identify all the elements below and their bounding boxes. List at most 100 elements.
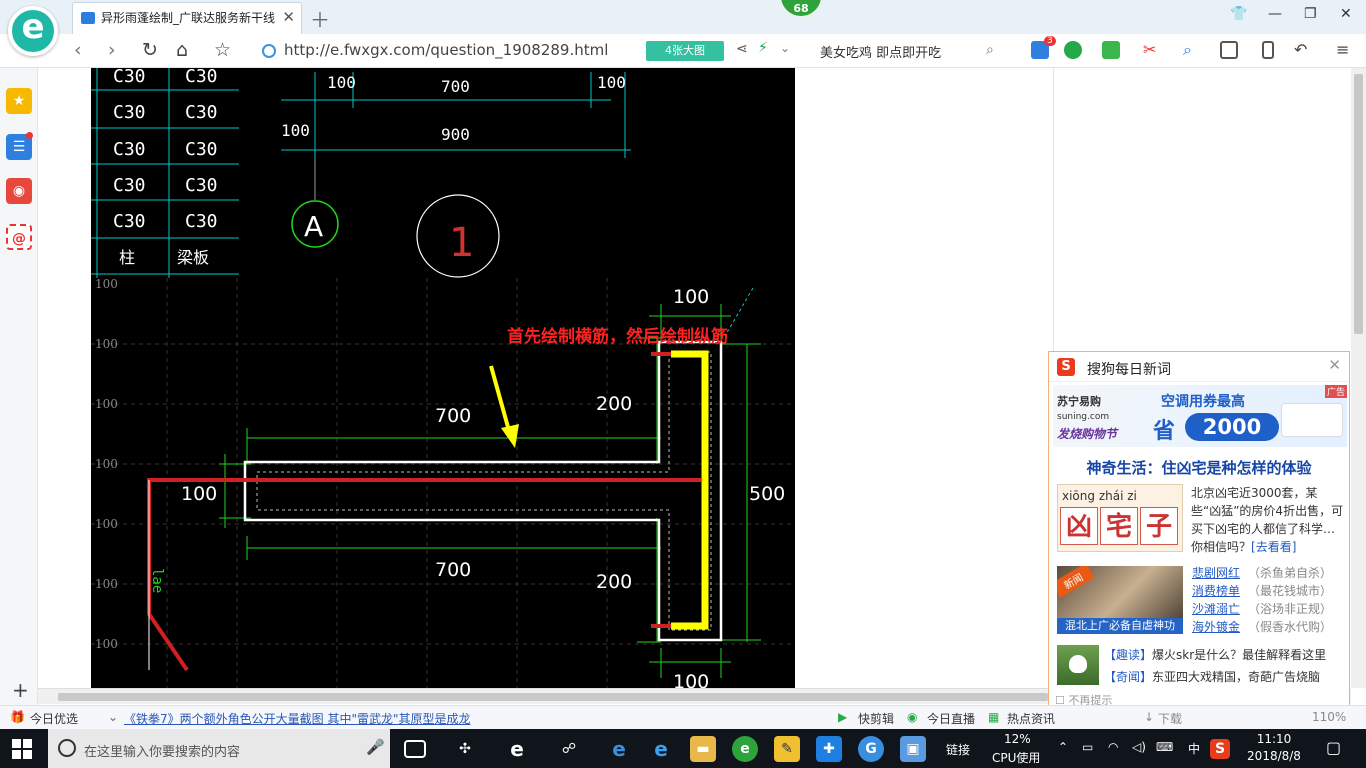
minimize-icon[interactable]: — <box>1268 6 1282 22</box>
taskbar-search-box[interactable]: 在这里输入你要搜索的内容 🎤 <box>48 729 390 768</box>
file-explorer-icon[interactable]: ▬ <box>690 736 716 762</box>
goose-thumbnail[interactable] <box>1057 645 1099 685</box>
ime-indicator[interactable]: 中 <box>1188 740 1200 757</box>
edge-blue-icon[interactable]: e <box>606 736 632 762</box>
magnifier-icon[interactable]: ⌕ <box>1183 41 1201 59</box>
big-pictures-button[interactable]: 4张大图 <box>646 41 724 61</box>
pinwheel-app-icon[interactable]: ✣ <box>452 736 478 762</box>
tab-favicon-icon <box>81 12 95 24</box>
shield-icon[interactable] <box>1064 41 1082 59</box>
undo-icon[interactable]: ↶ <box>1294 41 1312 59</box>
back-icon[interactable]: ‹ <box>74 39 82 61</box>
today-pick-link[interactable]: 今日优选 <box>30 710 78 727</box>
notes-app-icon[interactable]: ✎ <box>774 736 800 762</box>
remote-app-icon[interactable]: ✚ <box>816 736 842 762</box>
annotation-text: 首先绘制横筋，然后绘制纵筋 <box>507 326 728 347</box>
headline-thumbnail[interactable]: xiōng zhái zi 凶宅子 <box>1057 484 1183 552</box>
cpu-label: CPU使用 <box>992 751 1041 765</box>
clock-date[interactable]: 2018/8/8 <box>1240 749 1308 763</box>
hot-item[interactable]: 海外镀金 （假香水代购） <box>1192 618 1350 636</box>
browser-360-icon[interactable]: e <box>732 736 758 762</box>
news-thumbnail[interactable]: 新闻 混北上广必备自虐神功 <box>1057 566 1183 634</box>
news-ticker-link[interactable]: 《铁拳7》两个额外角色公开大量截图 其中"雷武龙"其原型是成龙 <box>124 710 471 727</box>
volume-icon[interactable]: ◁) <box>1132 740 1146 754</box>
flash-icon[interactable]: ⚡ <box>758 40 768 56</box>
email-icon[interactable]: @ <box>6 224 32 250</box>
section-outline <box>243 340 723 642</box>
battery-icon[interactable]: ▭ <box>1082 740 1093 754</box>
task-view-icon[interactable] <box>404 740 426 758</box>
tray-chevron-up-icon[interactable]: ⌃ <box>1058 740 1068 754</box>
sogou-ime-icon[interactable]: S <box>1210 739 1230 759</box>
search-icon[interactable]: ⌕ <box>986 42 994 58</box>
address-bar[interactable]: http://e.fwxgx.com/question_1908289.html… <box>258 39 1008 63</box>
favorites-icon[interactable]: ★ <box>6 88 32 114</box>
hot-item[interactable]: 沙滩溺亡 （浴场非正规） <box>1192 600 1350 618</box>
hot-news-link[interactable]: 热点资讯 <box>1007 710 1055 727</box>
refresh-icon[interactable]: ↻ <box>142 39 158 61</box>
shirt-icon[interactable]: 👕 <box>1230 6 1247 22</box>
chevron-down-icon[interactable]: ⌄ <box>108 710 118 724</box>
popup-headline[interactable]: 神奇生活：住凶宅是种怎样的体验 <box>1049 457 1349 478</box>
zoom-level[interactable]: 110% <box>1312 710 1346 724</box>
start-windows-icon[interactable] <box>12 739 32 759</box>
add-sidebar-item-icon[interactable]: + <box>12 678 29 702</box>
quick-cut-link[interactable]: 快剪辑 <box>858 710 894 727</box>
screenshot-app-icon[interactable]: ▣ <box>900 736 926 762</box>
microphone-icon[interactable]: 🎤 <box>366 738 385 756</box>
new-tab-icon[interactable]: ＋ <box>310 4 330 33</box>
vertical-scrollbar[interactable] <box>1351 68 1366 688</box>
share-icon[interactable]: ⋖ <box>736 41 748 57</box>
network-app-icon[interactable]: ☍ <box>556 736 582 762</box>
taskbar-search-placeholder[interactable]: 在这里输入你要搜索的内容 <box>84 741 240 760</box>
clock-time[interactable]: 11:10 <box>1244 732 1304 746</box>
translate-icon[interactable] <box>1102 41 1120 59</box>
browser-logo-icon[interactable] <box>8 6 58 56</box>
site-security-icon[interactable] <box>262 44 276 58</box>
horizontal-scroll-thumb[interactable] <box>58 693 1048 701</box>
g-app-icon[interactable]: G <box>858 736 884 762</box>
menu-icon[interactable]: ≡ <box>1336 41 1354 59</box>
chevron-down-icon[interactable]: ⌄ <box>780 41 790 55</box>
news-item[interactable]: 【趣读】爆火skr是什么？最佳解释看这里 <box>1104 646 1348 663</box>
edge-browser-icon[interactable]: e <box>504 736 530 762</box>
wifi-icon[interactable]: ◠ <box>1108 740 1118 754</box>
ad-tag: 广告 <box>1324 385 1347 398</box>
apps-grid-icon[interactable] <box>1220 41 1238 59</box>
ie-icon[interactable]: e <box>648 736 674 762</box>
restore-icon[interactable]: ❐ <box>1304 6 1317 22</box>
tab-close-icon[interactable]: ✕ <box>282 8 295 26</box>
weibo-icon[interactable]: ◉ <box>6 178 32 204</box>
ext-badge: 3 <box>1044 36 1056 46</box>
scissors-icon[interactable]: ✂ <box>1143 41 1161 59</box>
score-badge[interactable]: 68 <box>779 0 823 18</box>
ad-banner[interactable]: 苏宁易购 suning.com 发烧购物节 空调用券最高 省 2000 广告 <box>1053 385 1347 447</box>
action-center-icon[interactable]: ▢ <box>1326 738 1341 757</box>
link-toolbar[interactable]: 链接 <box>946 741 970 758</box>
green-dimension-lines <box>219 304 761 678</box>
favorite-star-icon[interactable]: ☆ <box>214 39 231 61</box>
gift-icon[interactable]: 🎁 <box>10 710 25 724</box>
hot-item[interactable]: 消费榜单 （最花钱城市） <box>1192 582 1350 600</box>
forward-icon[interactable]: › <box>108 39 116 61</box>
download-icon[interactable]: ↓ <box>1144 710 1154 724</box>
search-hint-link[interactable]: 美女吃鸡 即点即开吃 <box>820 42 941 61</box>
inner-dash-outline <box>256 351 712 631</box>
popup-close-icon[interactable]: ✕ <box>1328 356 1341 374</box>
tab-active[interactable]: 异形雨蓬绘制_广联达服务新干线 ✕ <box>72 2 302 34</box>
phone-icon[interactable] <box>1262 41 1274 59</box>
dim-upper-200: 200 <box>596 393 632 415</box>
hot-item[interactable]: 悲剧网红 （杀鱼弟自杀） <box>1192 564 1350 582</box>
dim-bottom-width: 100 <box>673 671 709 688</box>
url-text[interactable]: http://e.fwxgx.com/question_1908289.html <box>284 41 608 59</box>
headline-description: 北京凶宅近3000套，某些“凶猛”的房价4折出售，可买下凶宅的人都信了科学…你相… <box>1191 486 1344 554</box>
keyboard-icon[interactable]: ⌨ <box>1156 740 1173 754</box>
table-cell: C30 <box>113 68 146 87</box>
read-more-link[interactable]: [去看看] <box>1251 540 1296 554</box>
home-icon[interactable]: ⌂ <box>176 39 188 61</box>
news-item[interactable]: 【奇闻】东亚四大戏精国，奇葩广告烧脑 <box>1104 668 1348 685</box>
close-window-icon[interactable]: ✕ <box>1340 6 1352 22</box>
vertical-scroll-thumb[interactable] <box>1354 74 1363 334</box>
live-link[interactable]: 今日直播 <box>927 710 975 727</box>
download-link[interactable]: 下载 <box>1158 710 1182 727</box>
